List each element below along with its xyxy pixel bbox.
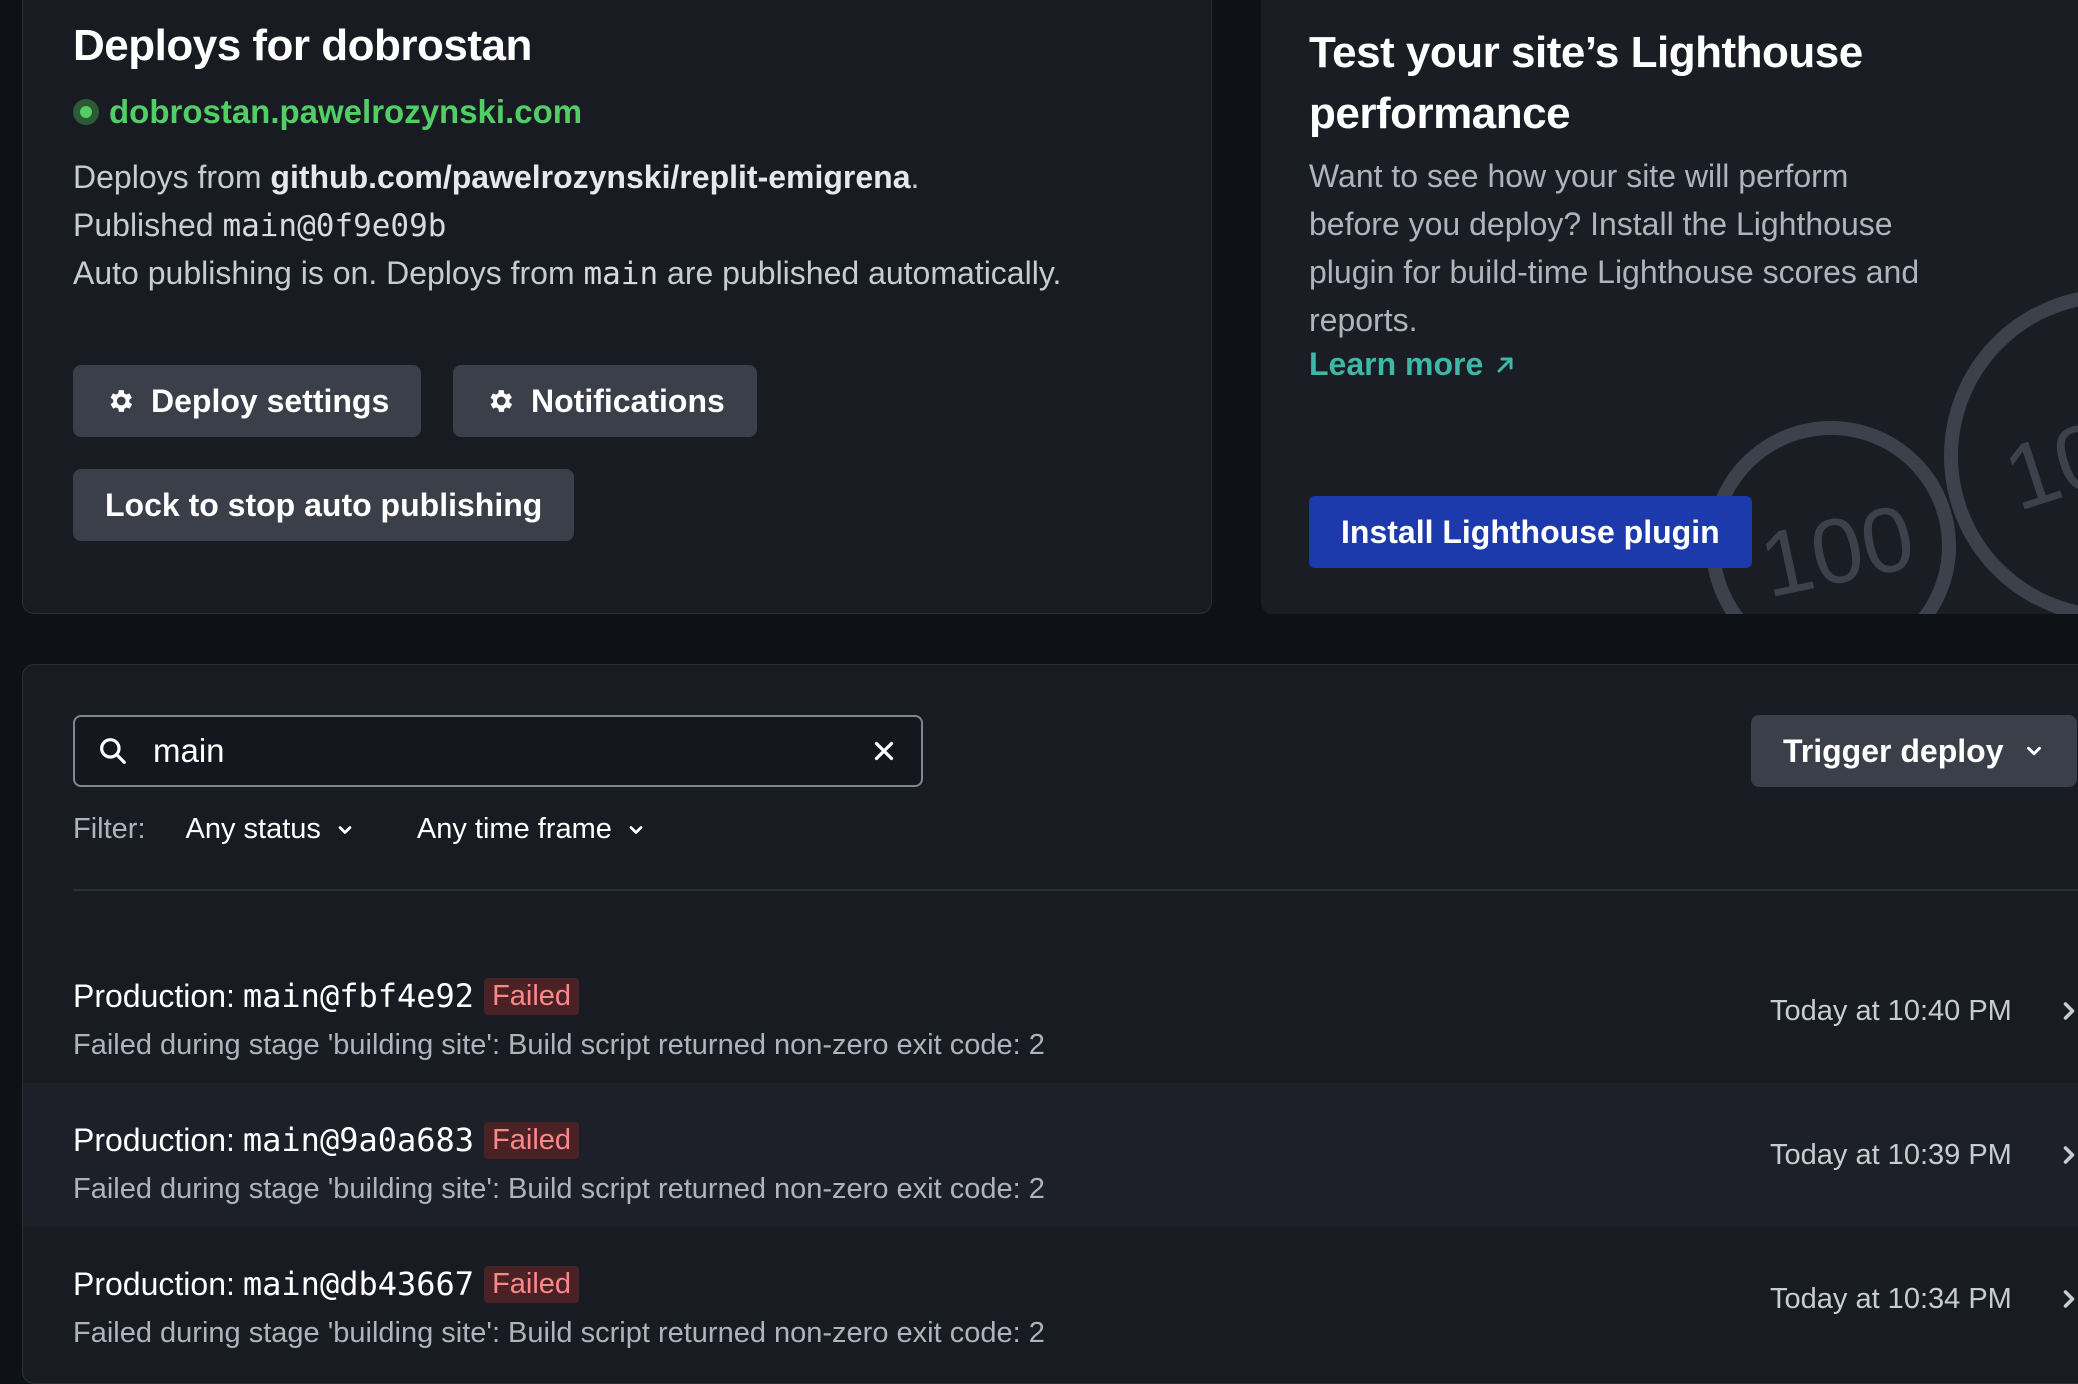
auto-suffix: are published automatically. bbox=[658, 255, 1062, 291]
score-text-2: 10 bbox=[1993, 402, 2078, 531]
deploy-row[interactable]: Production: main@fbf4e92 Failed Failed d… bbox=[23, 939, 2078, 1083]
deploy-settings-label: Deploy settings bbox=[151, 382, 390, 419]
trigger-deploy-label: Trigger deploy bbox=[1783, 732, 2004, 769]
status-badge: Failed bbox=[484, 1265, 580, 1303]
time-filter-dropdown[interactable]: Any time frame bbox=[417, 813, 646, 846]
published-prefix: Published bbox=[73, 207, 223, 243]
arrow-up-right-icon bbox=[1497, 357, 1513, 372]
deploys-from-text: Deploys from github.com/pawelrozynski/re… bbox=[73, 159, 919, 196]
auto-publishing-text: Auto publishing is on. Deploys from main… bbox=[73, 255, 1061, 292]
deploy-row-title: Production: main@9a0a683 Failed bbox=[73, 1121, 580, 1159]
lock-auto-publishing-button[interactable]: Lock to stop auto publishing bbox=[73, 469, 575, 541]
site-url-link[interactable]: dobrostan.pawelrozynski.com bbox=[73, 93, 582, 131]
install-lighthouse-label: Install Lighthouse plugin bbox=[1341, 513, 1720, 550]
filter-label: Filter: bbox=[73, 813, 146, 845]
deploy-time: Today at 10:39 PM bbox=[1770, 1139, 2012, 1171]
deploy-ref: main@9a0a683 bbox=[242, 1121, 475, 1159]
deploys-from-prefix: Deploys from bbox=[73, 159, 271, 195]
lighthouse-description: Want to see how your site will perform b… bbox=[1309, 158, 1920, 338]
deploy-row[interactable]: Production: main@db43667 Failed Failed d… bbox=[23, 1227, 2078, 1371]
lighthouse-card: 100 10 Test your site’s Lighthouse perfo… bbox=[1261, 0, 2078, 614]
deploy-context: Production: bbox=[73, 1121, 235, 1158]
notifications-button[interactable]: Notifications bbox=[453, 365, 757, 437]
chevron-down-icon bbox=[338, 825, 352, 834]
divider bbox=[73, 889, 2078, 891]
deploy-row[interactable]: Production: main@9a0a683 Failed Failed d… bbox=[23, 1083, 2078, 1227]
published-text: Published main@0f9e09b bbox=[73, 207, 446, 244]
search-icon bbox=[100, 738, 126, 764]
deploy-context: Production: bbox=[73, 977, 235, 1014]
score-text-1: 100 bbox=[1751, 486, 1922, 614]
deploy-row-title: Production: main@db43667 Failed bbox=[73, 1265, 580, 1303]
site-status-dot bbox=[73, 99, 99, 125]
deploy-message: Failed during stage 'building site': Bui… bbox=[73, 1173, 1045, 1205]
notifications-label: Notifications bbox=[531, 382, 725, 419]
lighthouse-title: Test your site’s Lighthouse performance bbox=[1309, 28, 1863, 138]
status-filter-label: Any status bbox=[185, 813, 321, 845]
deploys-card: Deploys for dobrostan dobrostan.pawelroz… bbox=[22, 0, 1212, 614]
chevron-right-icon bbox=[2063, 1002, 2075, 1020]
filter-bar: Filter: Any status Any time frame bbox=[73, 813, 708, 846]
deploy-time: Today at 10:40 PM bbox=[1770, 995, 2012, 1027]
site-url-text: dobrostan.pawelrozynski.com bbox=[109, 93, 583, 130]
deploy-ref: main@fbf4e92 bbox=[242, 977, 475, 1015]
deploy-row-title: Production: main@fbf4e92 Failed bbox=[73, 977, 580, 1015]
deploy-message: Failed during stage 'building site': Bui… bbox=[73, 1029, 1045, 1061]
install-lighthouse-button[interactable]: Install Lighthouse plugin bbox=[1309, 496, 1752, 568]
deploy-context: Production: bbox=[73, 1265, 235, 1302]
lock-auto-publishing-label: Lock to stop auto publishing bbox=[105, 486, 543, 523]
published-ref[interactable]: main@0f9e09b bbox=[222, 208, 446, 244]
chevron-down-icon bbox=[629, 825, 643, 834]
status-filter-dropdown[interactable]: Any status bbox=[186, 813, 355, 846]
trigger-deploy-button[interactable]: Trigger deploy bbox=[1751, 715, 2078, 787]
deploy-message: Failed during stage 'building site': Bui… bbox=[73, 1317, 1045, 1349]
search-input[interactable] bbox=[151, 731, 869, 771]
deploy-time: Today at 10:34 PM bbox=[1770, 1283, 2012, 1315]
auto-branch: main bbox=[583, 256, 659, 292]
chevron-down-icon bbox=[2027, 746, 2042, 756]
auto-prefix: Auto publishing is on. Deploys from bbox=[73, 255, 584, 291]
time-filter-label: Any time frame bbox=[416, 813, 612, 845]
deploy-settings-button[interactable]: Deploy settings bbox=[73, 365, 422, 437]
repo-link[interactable]: github.com/pawelrozynski/replit-emigrena bbox=[270, 159, 910, 195]
chevron-right-icon bbox=[2063, 1290, 2075, 1308]
deploys-from-suffix: . bbox=[910, 159, 920, 195]
learn-more-link[interactable]: Learn more bbox=[1309, 346, 1517, 383]
search-box bbox=[73, 715, 923, 787]
page-title: Deploys for dobrostan bbox=[73, 21, 532, 70]
status-badge: Failed bbox=[484, 1121, 580, 1159]
gear-icon bbox=[490, 390, 513, 412]
learn-more-label: Learn more bbox=[1309, 346, 1484, 382]
chevron-right-icon bbox=[2063, 1146, 2075, 1164]
deploy-ref: main@db43667 bbox=[242, 1265, 475, 1303]
close-icon[interactable] bbox=[869, 736, 899, 766]
status-badge: Failed bbox=[484, 977, 580, 1015]
gear-icon bbox=[110, 390, 133, 412]
deploy-list-card: Trigger deploy Filter: Any status Any ti… bbox=[22, 664, 2078, 1384]
